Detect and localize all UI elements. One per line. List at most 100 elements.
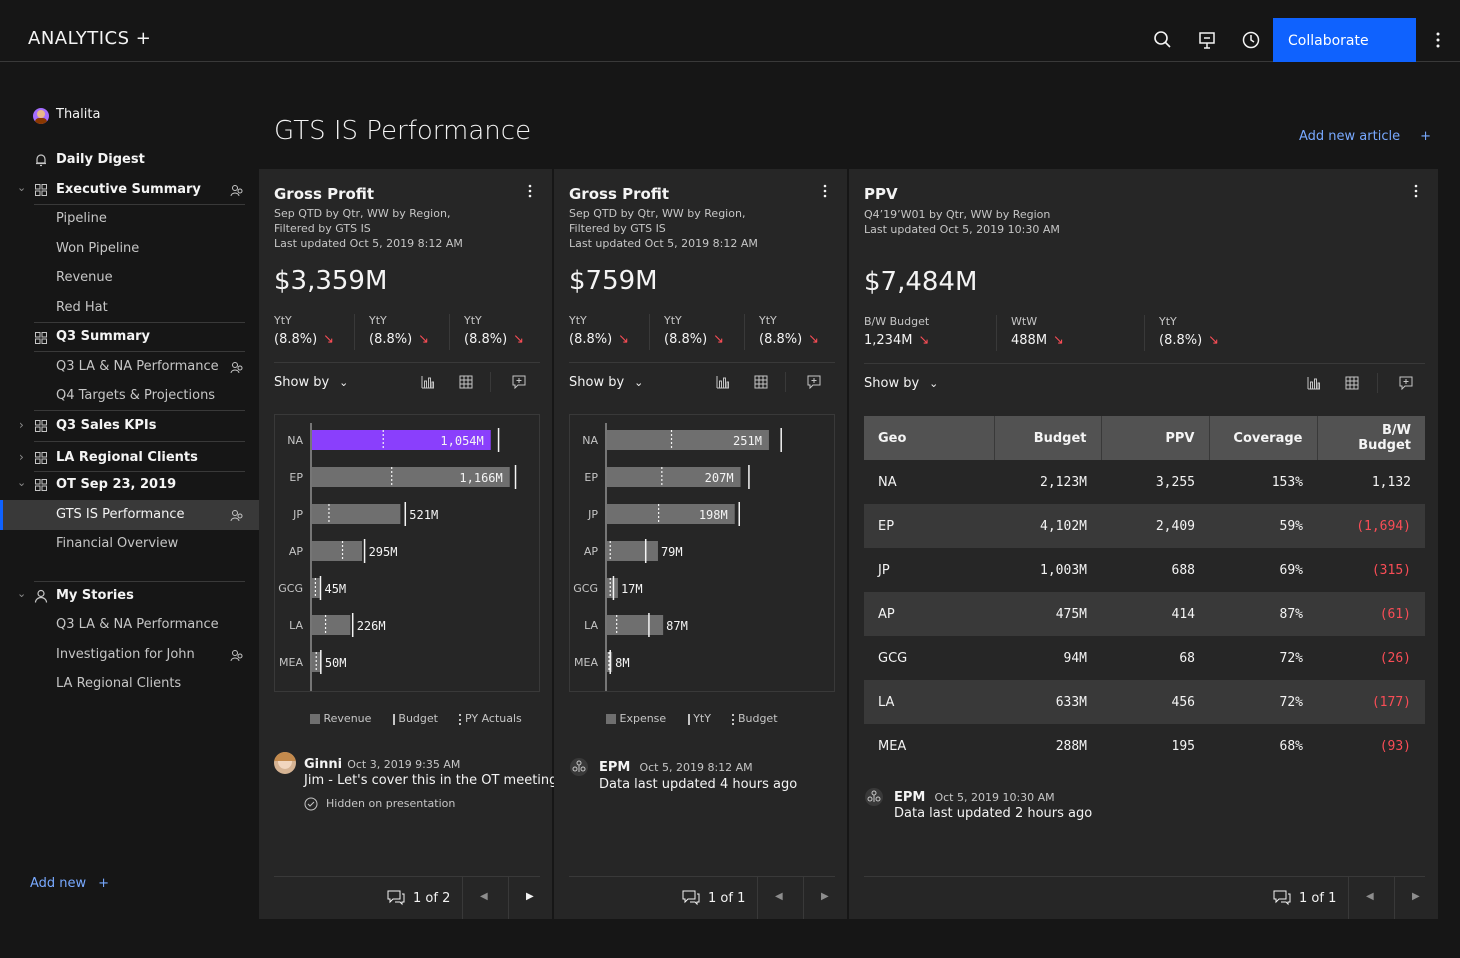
column-header-budget[interactable]: Budget [994, 416, 1102, 460]
comments-icon[interactable] [1273, 890, 1291, 906]
user-icon [34, 589, 48, 603]
caret-right-icon[interactable]: ▶ [1412, 891, 1420, 902]
dashboard-icon [35, 479, 47, 491]
sidebar-item-daily-digest[interactable]: Daily Digest [56, 150, 145, 170]
chevron-right-icon[interactable]: › [19, 418, 24, 432]
legend-swatch-revenue [310, 714, 320, 724]
overflow-menu-icon[interactable] [819, 183, 831, 199]
card-subtitle: Sep QTD by Qtr, WW by Region, Filtered b… [569, 206, 758, 251]
sidebar-user-name[interactable]: Thalita [56, 105, 100, 125]
sidebar-item-won-pipeline[interactable]: Won Pipeline [56, 239, 139, 259]
table-cell: 59% [1209, 504, 1317, 548]
bar-category-label: EP [584, 471, 598, 484]
table-icon[interactable] [1345, 376, 1359, 390]
table-cell: (93) [1379, 738, 1411, 754]
sidebar-item-ot-sep-23[interactable]: OT Sep 23, 2019 [56, 475, 176, 495]
legend-swatch-yty [687, 713, 690, 725]
chevron-down-icon[interactable]: ⌄ [17, 476, 26, 489]
add-new-link[interactable]: Add new + [30, 876, 109, 891]
sidebar-item-executive-summary[interactable]: Executive Summary [56, 180, 201, 200]
sidebar-item-gts-is-performance[interactable]: GTS IS Performance [56, 505, 185, 525]
column-header-ppv[interactable]: PPV [1101, 416, 1210, 460]
add-comment-icon[interactable] [512, 375, 526, 389]
sidebar-item-investigation-john[interactable]: Investigation for John [56, 645, 195, 665]
table-row[interactable]: AP 475M 414 87% (61) [864, 592, 1425, 636]
card-divider [569, 362, 835, 363]
bar[interactable] [312, 504, 401, 524]
bar[interactable] [312, 615, 351, 635]
chevron-down-icon[interactable]: ⌄ [17, 587, 26, 600]
chart-legend: Revenue Budget PY Actuals [310, 712, 522, 725]
column-header-geo[interactable]: Geo [864, 416, 995, 460]
history-icon[interactable] [1241, 30, 1261, 50]
caret-left-icon[interactable]: ◀ [775, 891, 783, 902]
sidebar-item-financial-overview[interactable]: Financial Overview [56, 534, 178, 554]
sidebar-item-revenue[interactable]: Revenue [56, 268, 113, 288]
caret-right-icon[interactable]: ▶ [821, 891, 829, 902]
add-new-article-link[interactable]: Add new article + [1299, 129, 1431, 144]
sidebar-item-q3-sales-kpis[interactable]: Q3 Sales KPIs [56, 416, 156, 436]
bar[interactable] [607, 615, 664, 635]
bar-chart-icon[interactable] [1307, 376, 1321, 390]
metric-value: 1,234M ↘ [864, 333, 929, 348]
avatar[interactable] [33, 108, 49, 124]
chevron-right-icon[interactable]: › [19, 450, 24, 464]
show-by-dropdown[interactable]: Show by ⌄ [274, 375, 348, 390]
sidebar-item-q4-targets[interactable]: Q4 Targets & Projections [56, 386, 215, 406]
table-row[interactable]: NA 2,123M 3,255 153% 1,132 [864, 460, 1425, 504]
caret-left-icon[interactable]: ◀ [480, 891, 488, 902]
comment-text: Jim - Let's cover this in the OT meeting [304, 773, 558, 788]
comments-icon[interactable] [387, 890, 405, 906]
arrow-down-right-icon: ↘ [513, 332, 525, 347]
table-row[interactable]: MEA 288M 195 68% (93) [864, 724, 1425, 768]
sidebar-item-q3-la-na-performance[interactable]: Q3 LA & NA Performance [56, 357, 219, 377]
caret-left-icon[interactable]: ◀ [1366, 891, 1374, 902]
collaborate-button[interactable]: Collaborate [1273, 18, 1416, 62]
comments-icon[interactable] [682, 890, 700, 906]
table-cell: 94M [1063, 650, 1087, 666]
bar-chart-icon[interactable] [716, 375, 730, 389]
search-icon[interactable] [1153, 30, 1173, 50]
table-icon[interactable] [459, 375, 473, 389]
sidebar-item-q3-summary[interactable]: Q3 Summary [56, 327, 150, 347]
sidebar-item-pipeline[interactable]: Pipeline [56, 209, 107, 229]
table-cell: (1,694) [1317, 504, 1425, 548]
show-by-dropdown[interactable]: Show by ⌄ [864, 376, 938, 391]
bar-chart-icon[interactable] [421, 375, 435, 389]
sidebar-item-la-regional-clients[interactable]: LA Regional Clients [56, 448, 198, 468]
sidebar-item-q3-la-na-performance-2[interactable]: Q3 LA & NA Performance [56, 615, 219, 635]
table-row[interactable]: EP 4,102M 2,409 59% (1,694) [864, 504, 1425, 548]
bar[interactable] [607, 578, 618, 598]
overflow-menu-icon[interactable] [524, 183, 536, 199]
chevron-down-icon[interactable]: ⌄ [17, 181, 26, 194]
table-cell: GCG [878, 650, 908, 666]
app-brand[interactable]: ANALYTICS + [28, 28, 151, 49]
show-by-dropdown[interactable]: Show by ⌄ [569, 375, 643, 390]
overflow-menu-icon[interactable] [1410, 183, 1422, 199]
column-header-bw-budget[interactable]: B/W Budget [1317, 416, 1425, 460]
bar-category-label: AP [584, 545, 599, 558]
dashboard-icon [35, 332, 47, 344]
epm-bot-icon [570, 758, 588, 776]
sidebar-divider [34, 351, 245, 352]
presentation-icon[interactable] [1197, 30, 1217, 50]
bar-value-label: 198M [699, 508, 728, 522]
sidebar-item-la-regional-clients-2[interactable]: LA Regional Clients [56, 674, 181, 694]
add-comment-icon[interactable] [1399, 376, 1413, 390]
table-icon[interactable] [754, 375, 768, 389]
table-cell: 3,255 [1155, 474, 1195, 490]
table-row[interactable]: JP 1,003M 688 69% (315) [864, 548, 1425, 592]
table-cell: 4,102M [994, 504, 1101, 548]
sidebar-item-my-stories[interactable]: My Stories [56, 586, 134, 606]
card-subtitle-line: Filtered by GTS IS [274, 222, 371, 235]
caret-right-icon[interactable]: ▶ [526, 891, 534, 902]
add-comment-icon[interactable] [807, 375, 821, 389]
overflow-menu-icon[interactable] [1432, 30, 1444, 50]
bar[interactable] [312, 541, 363, 561]
sidebar-item-red-hat[interactable]: Red Hat [56, 298, 108, 318]
bar[interactable] [607, 541, 658, 561]
table-row[interactable]: LA 633M 456 72% (177) [864, 680, 1425, 724]
column-header-coverage[interactable]: Coverage [1209, 416, 1318, 460]
metric-value: (8.8%) ↘ [664, 332, 724, 347]
table-row[interactable]: GCG 94M 68 72% (26) [864, 636, 1425, 680]
